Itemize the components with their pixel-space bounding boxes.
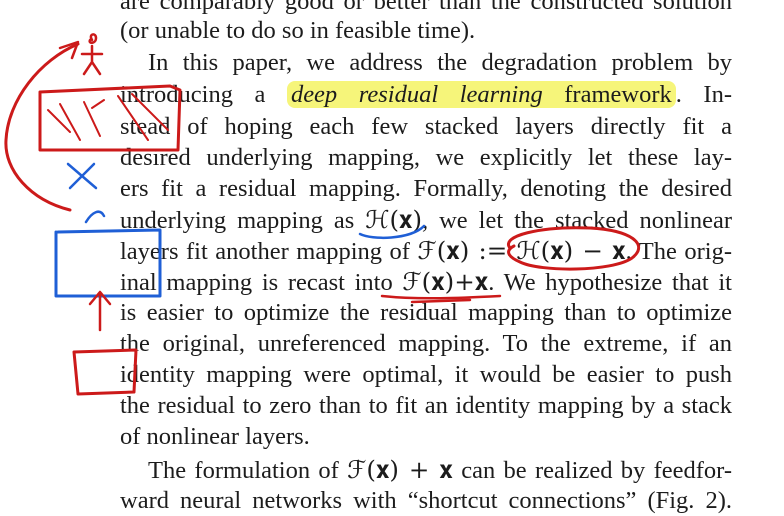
red-up-arrow-stroke — [88, 290, 112, 332]
text-line: ward neural networks with “shortcut conn… — [120, 485, 732, 516]
text-span: can be realized by feedfor- — [452, 457, 732, 484]
red-arrow-up-stroke — [58, 40, 80, 60]
text-span: . The orig- — [625, 238, 732, 265]
math-expression: ℱ(𝐱)+𝐱 — [402, 267, 489, 296]
text-span: framework — [542, 81, 676, 108]
text-span: . In- — [675, 81, 732, 108]
blue-arrow-stroke — [84, 210, 106, 224]
text-span: identity mapping were optimal, it would … — [120, 361, 732, 388]
text-span: the original, unreferenced mapping. To t… — [120, 330, 732, 357]
text-line: The formulation of ℱ(𝐱) + 𝐱 can be reali… — [148, 454, 732, 486]
text-span: . We hypothesize that it — [488, 269, 732, 296]
text-span: layers fit another mapping of — [120, 238, 418, 265]
math-expression: ℱ(𝐱) := ℋ(𝐱) − 𝐱 — [417, 236, 626, 265]
red-figure-stroke — [80, 33, 104, 76]
text-line: the residual to zero than to fit an iden… — [120, 390, 732, 421]
text-span: ers fit a residual mapping. Formally, de… — [120, 175, 732, 202]
text-span: introducing a — [120, 81, 287, 108]
text-span: are comparably good or better than the c… — [120, 0, 732, 15]
text-span: the residual to zero than to fit an iden… — [120, 392, 732, 419]
text-span: inal mapping is recast into — [120, 269, 403, 296]
text-line: introducing a deep residual learning fra… — [120, 79, 732, 110]
math-expression: ℱ(𝐱) + 𝐱 — [347, 455, 453, 484]
text-span: , we let the stacked nonlinear — [422, 207, 732, 234]
text-line: underlying mapping as ℋ(𝐱), we let the s… — [120, 204, 732, 236]
math-expression: ℋ(𝐱) — [365, 205, 423, 234]
text-line: stead of hoping each few stacked layers … — [120, 111, 732, 142]
text-span: In this paper, we address the degradatio… — [148, 49, 732, 76]
text-line: (or unable to do so in feasible time). — [120, 15, 732, 46]
blue-x-stroke — [66, 162, 98, 190]
text-line: of nonlinear layers. — [120, 421, 732, 452]
text-span: deep residual learning — [286, 81, 543, 108]
text-span: desired underlying mapping, we explicitl… — [120, 144, 732, 171]
text-span: stead of hoping each few stacked layers … — [120, 113, 732, 140]
text-span: ward neural networks with “shortcut conn… — [120, 487, 732, 514]
text-line: the original, unreferenced mapping. To t… — [120, 328, 732, 359]
text-line: is easier to optimize the residual mappi… — [120, 297, 732, 328]
text-line: ers fit a residual mapping. Formally, de… — [120, 173, 732, 204]
text-span: is easier to optimize the residual mappi… — [120, 299, 732, 326]
text-line: inal mapping is recast into ℱ(𝐱)+𝐱. We h… — [120, 266, 732, 298]
text-line: layers fit another mapping of ℱ(𝐱) := ℋ(… — [120, 235, 732, 267]
text-line: identity mapping were optimal, it would … — [120, 359, 732, 390]
text-span: The formulation of — [148, 457, 348, 484]
text-line: In this paper, we address the degradatio… — [148, 47, 732, 78]
text-span: underlying mapping as — [120, 207, 366, 234]
red-curve-stroke — [4, 42, 80, 212]
text-span: (or unable to do so in feasible time). — [120, 17, 476, 44]
text-line: desired underlying mapping, we explicitl… — [120, 142, 732, 173]
text-span: of nonlinear layers. — [120, 423, 310, 450]
